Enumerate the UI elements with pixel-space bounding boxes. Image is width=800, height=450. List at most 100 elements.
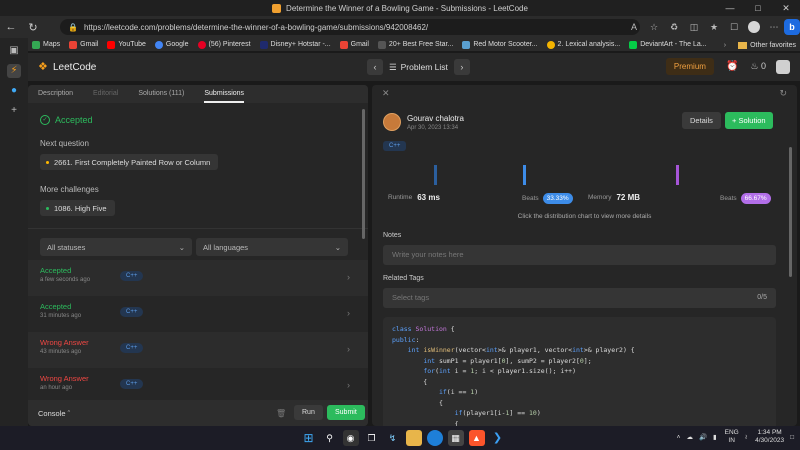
task-view-icon[interactable]: ❐: [364, 430, 380, 446]
bookmark-deviantart[interactable]: DeviantArt - The La...: [629, 40, 707, 49]
edge-tab-icon[interactable]: ●: [7, 84, 21, 98]
refresh-icon[interactable]: ↻: [779, 88, 787, 99]
vscode-icon[interactable]: ❯: [490, 430, 506, 446]
favorite-star-icon[interactable]: ☆: [644, 22, 664, 33]
extensions-icon[interactable]: ♻: [664, 22, 684, 33]
leetcode-tab-icon[interactable]: ⚡: [7, 64, 21, 78]
refresh-icon[interactable]: ↻: [22, 21, 44, 34]
bookmark-pinterest[interactable]: (56) Pinterest: [197, 40, 251, 49]
bookmark-gmail-2[interactable]: Gmail: [339, 40, 369, 49]
leetcode-logo-icon: ❖: [38, 61, 48, 73]
submission-row[interactable]: Wrong Answer an hour ago C++ ›: [28, 368, 368, 404]
left-scrollbar[interactable]: [362, 109, 365, 399]
language-filter[interactable]: All languages ⌄: [196, 238, 348, 256]
post-solution-button[interactable]: + Solution: [725, 112, 773, 129]
minimize-icon[interactable]: —: [716, 0, 744, 16]
streak-counter[interactable]: ♨ 0: [750, 61, 766, 72]
status-filter[interactable]: All statuses ⌄: [40, 238, 192, 256]
submission-result: ✓ Accepted: [40, 115, 93, 125]
search-icon[interactable]: ⚲: [322, 430, 338, 446]
chevron-right-icon[interactable]: ›: [724, 42, 726, 49]
code-viewer[interactable]: class Solution { public: int isWinner(ve…: [383, 317, 776, 426]
bookmark-scooter[interactable]: Red Motor Scooter...: [462, 40, 538, 49]
next-question-link[interactable]: 2661. First Completely Painted Row or Co…: [40, 154, 219, 170]
lexical-site-icon: [546, 40, 555, 49]
bookmark-gmail[interactable]: Gmail: [69, 40, 98, 49]
camera-icon[interactable]: ◉: [342, 430, 359, 446]
store-icon[interactable]: ▦: [447, 430, 464, 446]
console-toggle[interactable]: Console ˆ: [38, 409, 70, 418]
onedrive-icon[interactable]: ☁: [686, 433, 693, 441]
prev-problem-icon[interactable]: ‹: [367, 59, 383, 75]
lightning-app-icon[interactable]: ↯: [385, 430, 401, 446]
bing-copilot-icon[interactable]: b: [784, 19, 800, 35]
bookmark-lexical[interactable]: 2. Lexical analysis...: [546, 40, 620, 49]
tab-description[interactable]: Description: [38, 85, 73, 103]
language-indicator[interactable]: ENG IN: [725, 429, 739, 445]
lock-icon: 🔒: [68, 22, 78, 32]
more-challenge-link[interactable]: 1086. High Five: [40, 200, 115, 216]
other-favorites[interactable]: › Other favorites: [724, 38, 796, 52]
submission-row[interactable]: Accepted 31 minutes ago C++ ›: [28, 296, 368, 332]
submission-row[interactable]: Accepted a few seconds ago C++ ›: [28, 260, 368, 296]
url-field[interactable]: 🔒 https://leetcode.com/problems/determin…: [60, 19, 640, 35]
memory-distribution-bar[interactable]: [676, 165, 679, 185]
notes-input[interactable]: Write your notes here: [383, 245, 776, 265]
bookmark-maps[interactable]: Maps: [32, 40, 60, 49]
speaker-icon[interactable]: 🔊: [699, 433, 707, 441]
battery-icon[interactable]: ▮: [713, 433, 717, 441]
user-avatar[interactable]: [776, 59, 790, 74]
more-options-icon[interactable]: ⋯: [764, 22, 784, 33]
notifications-icon[interactable]: □: [790, 434, 794, 441]
leetcode-logo[interactable]: ❖ LeetCode: [38, 62, 96, 73]
tags-select[interactable]: Select tags 0/5: [383, 288, 776, 308]
new-tab-icon[interactable]: +: [7, 104, 21, 118]
problem-list-link[interactable]: Problem List: [401, 62, 448, 72]
close-icon[interactable]: ✕: [382, 88, 390, 99]
runtime-distribution-bar[interactable]: [434, 165, 437, 185]
tab-actions-icon[interactable]: ▣: [7, 44, 21, 58]
run-button[interactable]: Run: [294, 405, 323, 420]
wifi-icon[interactable]: ≀: [745, 433, 747, 441]
next-problem-icon[interactable]: ›: [453, 59, 470, 75]
bookmark-google[interactable]: Google: [154, 40, 189, 49]
close-window-icon[interactable]: ✕: [772, 0, 800, 16]
submission-time: 31 minutes ago: [40, 313, 82, 319]
submission-row[interactable]: Wrong Answer 43 minutes ago C++ ›: [28, 332, 368, 368]
submitter-avatar[interactable]: [383, 113, 401, 131]
right-scrollbar[interactable]: [789, 147, 792, 277]
tab-editorial[interactable]: Editorial: [93, 85, 118, 103]
read-aloud-icon[interactable]: A: [624, 22, 644, 32]
bookmark-stars[interactable]: 20+ Best Free Star...: [377, 40, 453, 49]
favorites-icon[interactable]: ★: [704, 22, 724, 33]
collections-icon[interactable]: ☐: [724, 22, 744, 33]
premium-button[interactable]: Premium: [665, 58, 714, 75]
scrollbar-thumb[interactable]: [362, 109, 365, 239]
youtube-icon: [107, 40, 116, 49]
clock[interactable]: 1:34 PM 4/30/2023: [755, 429, 784, 445]
submitter-name[interactable]: Gourav chalotra: [407, 114, 464, 123]
runtime-beats: Beats 33.33%: [522, 193, 573, 204]
tab-submissions[interactable]: Submissions: [204, 85, 244, 103]
chevron-right-icon: ›: [347, 272, 350, 282]
file-explorer-icon[interactable]: [405, 430, 422, 446]
maximize-icon[interactable]: □: [744, 0, 772, 16]
windows-start-icon[interactable]: ⊞: [301, 430, 317, 446]
trash-icon[interactable]: 🗑: [276, 409, 286, 418]
profile-avatar[interactable]: [748, 21, 760, 33]
runtime-distribution-bar-highlight[interactable]: [523, 165, 526, 185]
bookmark-youtube[interactable]: YouTube: [107, 40, 146, 49]
chevron-up-icon[interactable]: ˄: [677, 434, 681, 441]
distribution-hint: Click the distribution chart to view mor…: [517, 213, 652, 220]
brave-browser-icon[interactable]: ▲: [468, 430, 485, 446]
details-button[interactable]: Details: [682, 112, 721, 129]
tab-solutions[interactable]: Solutions (111): [138, 85, 184, 103]
bookmark-hotstar[interactable]: Disney+ Hotstar -...: [259, 40, 331, 49]
submit-button[interactable]: Submit: [327, 405, 365, 420]
pinterest-icon: [197, 40, 206, 49]
submission-language: C++: [120, 343, 144, 353]
edge-browser-icon[interactable]: [426, 430, 443, 446]
back-icon[interactable]: ←: [0, 21, 22, 33]
split-screen-icon[interactable]: ◫: [684, 22, 704, 33]
alarm-clock-icon[interactable]: ⏰: [726, 61, 738, 72]
